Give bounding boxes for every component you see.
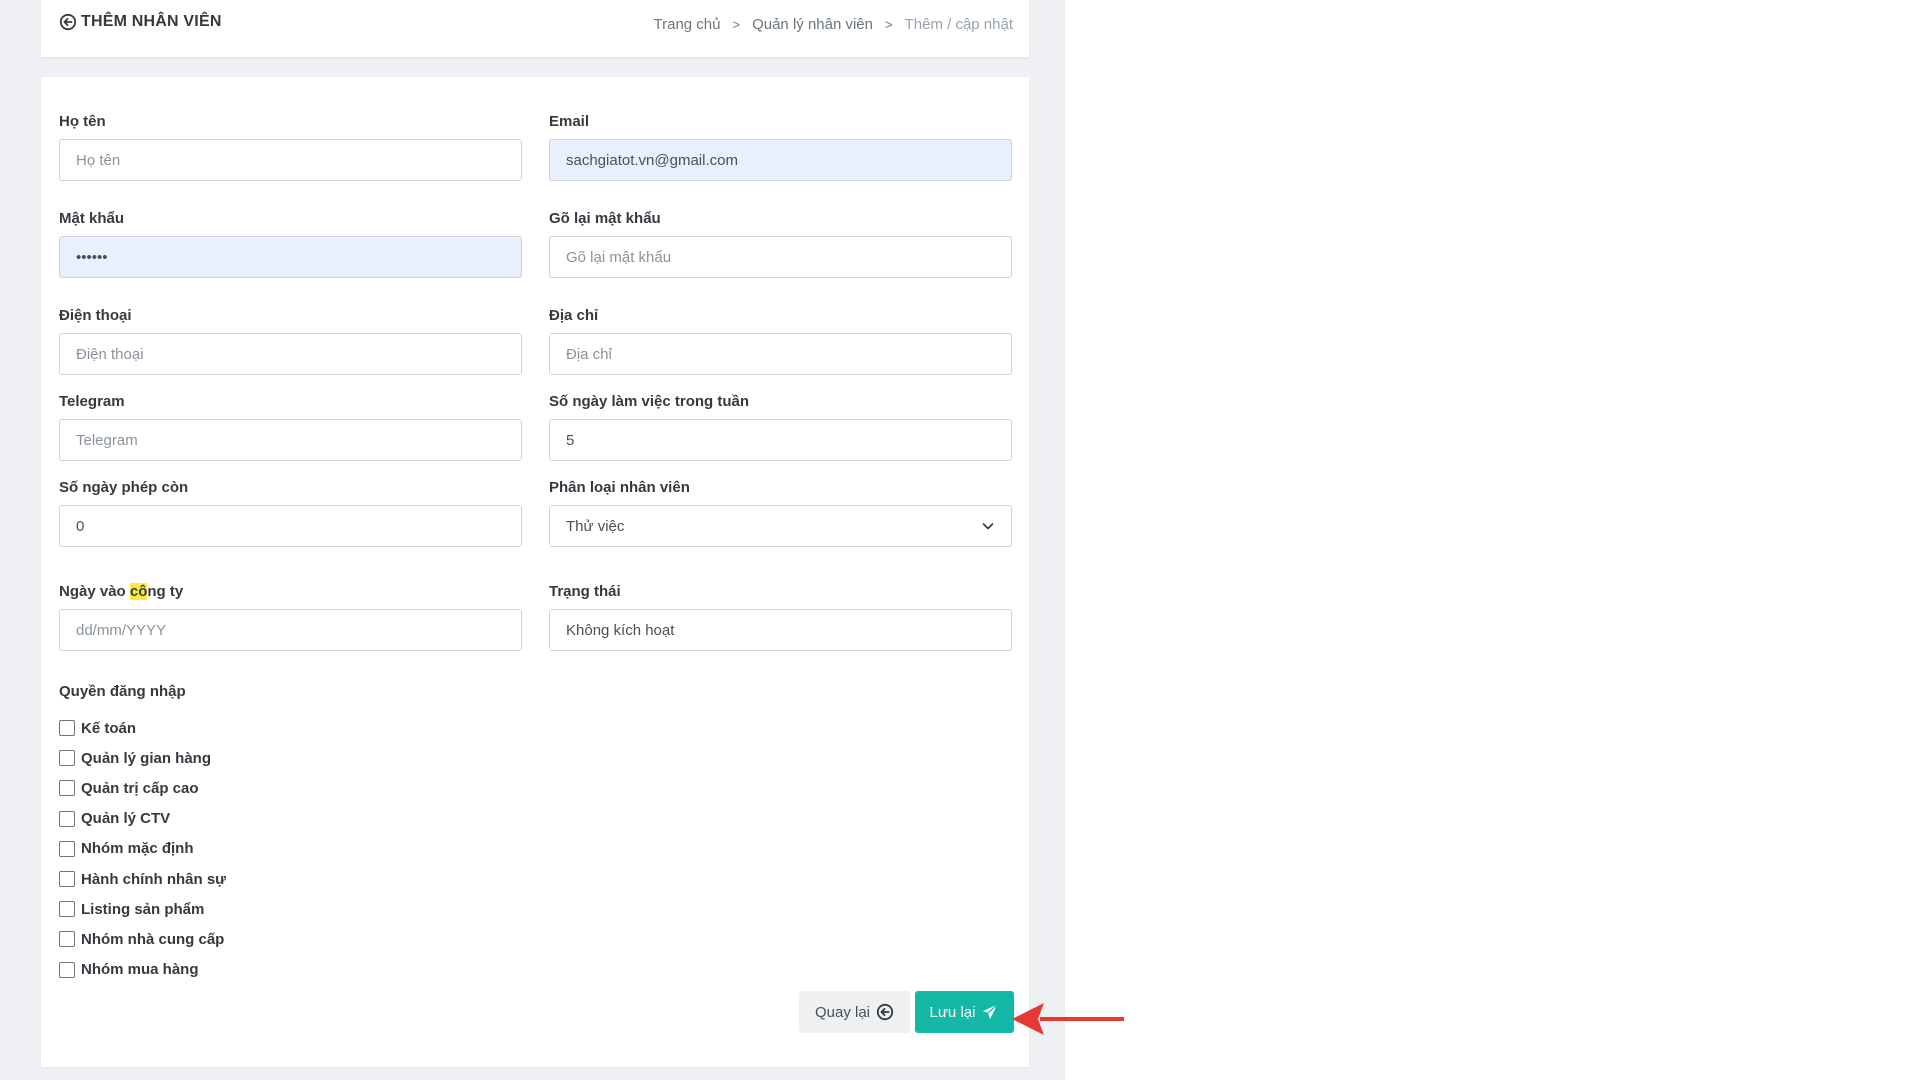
field-telegram: Telegram <box>59 393 522 461</box>
breadcrumb: Trang chủ > Quản lý nhân viên > Thêm / c… <box>654 16 1014 33</box>
checkbox[interactable] <box>59 720 75 737</box>
field-go-lai-mat-khau: Gõ lại mật khẩu <box>549 210 1012 278</box>
checkbox[interactable] <box>59 810 75 827</box>
breadcrumb-home[interactable]: Trang chủ <box>654 16 721 33</box>
telegram-input[interactable] <box>59 419 522 461</box>
status-input[interactable] <box>549 609 1012 651</box>
checkbox[interactable] <box>59 750 75 767</box>
permission-label: Quản lý gian hàng <box>81 749 212 767</box>
permissions-list: Kế toán Quản lý gian hàng Quản trị cấp c… <box>59 713 226 985</box>
permission-label: Nhóm mặc định <box>81 840 194 858</box>
permission-label: Quản lý CTV <box>81 810 171 828</box>
working-days-input[interactable] <box>549 419 1012 461</box>
ngay-vao-label-part: ng ty <box>147 583 184 600</box>
breadcrumb-separator: > <box>885 17 893 32</box>
annotation-arrow-icon <box>1012 1003 1124 1035</box>
so-ngay-lam-viec-label: Số ngày làm việc trong tuần <box>549 393 750 410</box>
page-title: THÊM NHÂN VIÊN <box>59 13 222 31</box>
field-ngay-vao-cong-ty: Ngày vào công ty <box>59 583 522 651</box>
save-button[interactable]: Lưu lại <box>915 991 1014 1033</box>
permissions-title: Quyền đăng nhập <box>59 683 186 700</box>
permission-label: Nhóm mua hàng <box>81 961 199 979</box>
dia-chi-label: Địa chỉ <box>549 307 599 324</box>
permission-item[interactable]: Nhóm mặc định <box>59 834 226 864</box>
field-email: Email <box>549 113 1012 181</box>
checkbox[interactable] <box>59 871 75 888</box>
checkbox[interactable] <box>59 840 75 857</box>
permission-label: Kế toán <box>81 719 137 737</box>
phone-input[interactable] <box>59 333 522 375</box>
confirm-password-input[interactable] <box>549 236 1012 278</box>
permission-label: Hành chính nhân sự <box>81 870 227 888</box>
ngay-vao-cong-ty-label: Ngày vào công ty <box>59 583 522 600</box>
field-mat-khau: Mật khẩu <box>59 210 522 278</box>
permission-label: Nhóm nhà cung cấp <box>81 930 225 948</box>
field-so-ngay-phep: Số ngày phép còn <box>59 479 522 547</box>
email-input[interactable] <box>549 139 1012 181</box>
field-ho-ten: Họ tên <box>59 113 522 181</box>
leave-days-input[interactable] <box>59 505 522 547</box>
checkbox[interactable] <box>59 931 75 948</box>
mat-khau-label: Mật khẩu <box>59 210 125 227</box>
dien-thoai-label: Điện thoại <box>59 307 132 324</box>
breadcrumb-separator: > <box>732 17 741 32</box>
permission-label: Quản trị cấp cao <box>81 779 199 797</box>
employee-type-value: Thử việc <box>566 517 625 535</box>
save-button-label: Lưu lại <box>929 1003 976 1021</box>
permission-item[interactable]: Listing sản phẩm <box>59 894 226 924</box>
field-dien-thoai: Điện thoại <box>59 307 522 375</box>
password-input[interactable] <box>59 236 522 278</box>
breadcrumb-employee-management[interactable]: Quản lý nhân viên <box>752 16 873 33</box>
field-dia-chi: Địa chỉ <box>549 307 1012 375</box>
ngay-vao-label-part: Ngày vào <box>59 583 130 600</box>
ho-ten-input[interactable] <box>59 139 522 181</box>
chevron-down-icon <box>982 523 994 530</box>
back-button-label: Quay lại <box>814 1003 871 1021</box>
permission-item[interactable]: Hành chính nhân sự <box>59 864 226 894</box>
checkbox[interactable] <box>59 780 75 797</box>
ho-ten-label: Họ tên <box>59 113 106 130</box>
join-date-input[interactable] <box>59 609 522 651</box>
back-circle-icon[interactable] <box>59 13 77 31</box>
permission-item[interactable]: Quản trị cấp cao <box>59 773 226 803</box>
field-so-ngay-lam-viec: Số ngày làm việc trong tuần <box>549 393 1012 461</box>
breadcrumb-current: Thêm / cập nhật <box>904 16 1013 33</box>
permission-label: Listing sản phẩm <box>81 900 205 918</box>
phan-loai-label: Phân loại nhân viên <box>549 479 690 496</box>
go-lai-mat-khau-label: Gõ lại mật khẩu <box>549 210 661 227</box>
permission-item[interactable]: Quản lý gian hàng <box>59 743 226 773</box>
employee-type-select[interactable]: Thử việc <box>549 505 1012 547</box>
back-button[interactable]: Quay lại <box>799 991 910 1033</box>
back-circle-icon <box>876 1003 894 1021</box>
checkbox[interactable] <box>59 901 75 918</box>
field-trang-thai: Trạng thái <box>549 583 1012 651</box>
field-phan-loai: Phân loại nhân viên Thử việc <box>549 479 1012 547</box>
page-header: THÊM NHÂN VIÊN Trang chủ > Quản lý nhân … <box>41 0 1029 57</box>
telegram-label: Telegram <box>59 393 125 410</box>
email-label: Email <box>549 113 590 130</box>
page-title-text: THÊM NHÂN VIÊN <box>81 13 222 30</box>
trang-thai-label: Trạng thái <box>549 583 621 600</box>
employee-form: Họ tên Email Mật khẩu Gõ lại mật khẩu Đi… <box>41 77 1029 1067</box>
permission-item[interactable]: Nhóm nhà cung cấp <box>59 924 226 954</box>
permission-item[interactable]: Quản lý CTV <box>59 804 226 834</box>
highlighted-text: cô <box>129 583 148 600</box>
address-input[interactable] <box>549 333 1012 375</box>
permission-item[interactable]: Nhóm mua hàng <box>59 955 226 985</box>
checkbox[interactable] <box>59 961 75 978</box>
send-icon <box>983 1004 999 1020</box>
so-ngay-phep-label: Số ngày phép còn <box>59 479 189 496</box>
permission-item[interactable]: Kế toán <box>59 713 226 743</box>
